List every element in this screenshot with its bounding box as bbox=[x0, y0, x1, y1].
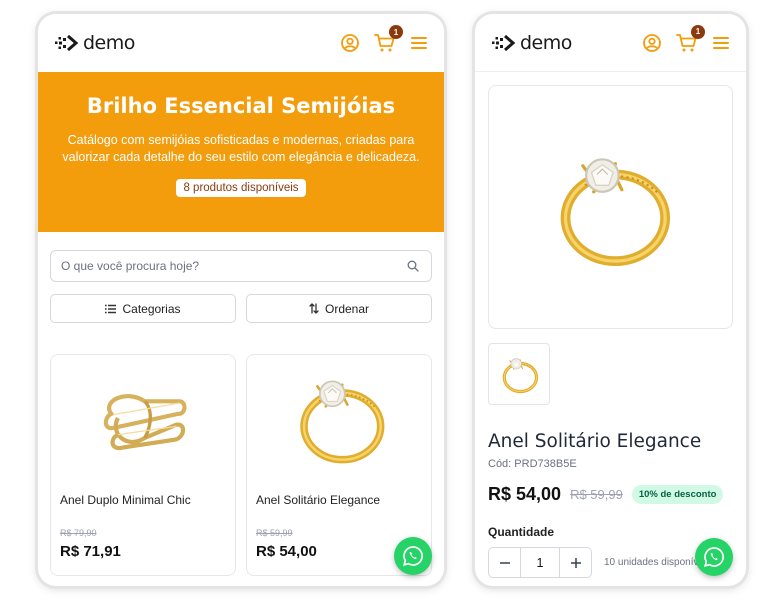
sort-button[interactable]: Ordenar bbox=[246, 294, 432, 323]
price-row: R$ 54,00 R$ 59,99 10% de desconto bbox=[488, 484, 746, 505]
categories-button[interactable]: Categorias bbox=[50, 294, 236, 323]
catalog-hero: Brilho Essencial Semijóias Catálogo com … bbox=[38, 72, 444, 232]
list-icon bbox=[105, 304, 117, 313]
cart-count-badge: 1 bbox=[691, 24, 705, 39]
logo-mark-icon bbox=[54, 33, 80, 53]
logo-mark-icon bbox=[491, 33, 517, 53]
product-grid: Anel Duplo Minimal Chic R$ 79,90 R$ 71,9… bbox=[50, 354, 432, 576]
increment-button[interactable] bbox=[560, 548, 591, 577]
quantity-label: Quantidade bbox=[488, 525, 555, 539]
product-thumbnail[interactable] bbox=[488, 343, 550, 405]
cart-count-badge: 1 bbox=[389, 25, 403, 39]
sort-label: Ordenar bbox=[324, 301, 370, 316]
product-name[interactable]: Anel Duplo Minimal Chic bbox=[60, 493, 226, 507]
app-header: demo 1 bbox=[475, 14, 746, 72]
product-main-image[interactable] bbox=[488, 85, 733, 329]
whatsapp-button[interactable] bbox=[394, 537, 432, 575]
product-title: Anel Solitário Elegance bbox=[488, 431, 702, 452]
search-input[interactable]: O que você procura hoje? bbox=[50, 250, 432, 282]
product-image[interactable] bbox=[60, 355, 226, 480]
product-price: R$ 54,00 bbox=[488, 484, 562, 504]
search-placeholder: O que você procura hoje? bbox=[61, 259, 200, 273]
header-actions: 1 bbox=[642, 24, 730, 53]
quantity-input[interactable]: 1 bbox=[520, 548, 560, 577]
search-icon[interactable] bbox=[407, 260, 419, 272]
user-circle-icon[interactable] bbox=[340, 33, 360, 53]
filter-bar: Categorias Ordenar bbox=[50, 294, 432, 323]
product-price: R$ 71,91 bbox=[60, 543, 121, 560]
product-card[interactable]: Anel Duplo Minimal Chic R$ 79,90 R$ 71,9… bbox=[50, 354, 236, 576]
solitaire-ring-image bbox=[289, 368, 389, 468]
quantity-stepper: 1 bbox=[488, 547, 592, 578]
plus-icon bbox=[570, 557, 581, 568]
product-code: Cód: PRD738B5E bbox=[488, 458, 577, 470]
logo[interactable]: demo bbox=[491, 32, 572, 54]
double-ring-image bbox=[93, 368, 193, 468]
user-circle-icon[interactable] bbox=[642, 33, 662, 53]
product-image[interactable] bbox=[256, 355, 422, 480]
cart-button[interactable]: 1 bbox=[676, 24, 705, 53]
product-count-badge: 8 produtos disponíveis bbox=[176, 179, 306, 197]
decrement-button[interactable] bbox=[489, 548, 520, 577]
solitaire-ring-image bbox=[546, 142, 676, 272]
logo-text: demo bbox=[520, 31, 572, 54]
menu-icon[interactable] bbox=[410, 35, 428, 51]
logo-text: demo bbox=[83, 32, 135, 54]
whatsapp-icon bbox=[702, 545, 726, 569]
product-name[interactable]: Anel Solitário Elegance bbox=[256, 493, 422, 507]
sort-arrows-icon bbox=[309, 303, 319, 314]
discount-badge: 10% de desconto bbox=[631, 485, 724, 504]
logo[interactable]: demo bbox=[54, 32, 135, 54]
catalog-screen: demo 1 Brilho Essencial Semijóias Catálo… bbox=[38, 14, 444, 586]
product-old-price: R$ 59,99 bbox=[256, 528, 293, 538]
solitaire-ring-thumbnail bbox=[498, 353, 540, 395]
whatsapp-icon bbox=[401, 544, 425, 568]
catalog-title: Brilho Essencial Semijóias bbox=[86, 94, 396, 118]
categories-label: Categorias bbox=[122, 301, 181, 316]
product-old-price: R$ 59,99 bbox=[570, 487, 623, 502]
product-old-price: R$ 79,90 bbox=[60, 528, 97, 538]
app-header: demo 1 bbox=[38, 14, 444, 72]
menu-icon[interactable] bbox=[712, 35, 730, 51]
whatsapp-button[interactable] bbox=[695, 538, 733, 576]
cart-button[interactable]: 1 bbox=[374, 25, 403, 53]
minus-icon bbox=[499, 561, 510, 564]
catalog-description: Catálogo com semijóias sofisticadas e mo… bbox=[62, 133, 420, 164]
product-detail-screen: demo 1 Anel Solitário Elegance Cód: PRD7… bbox=[475, 14, 746, 586]
header-actions: 1 bbox=[340, 25, 428, 53]
